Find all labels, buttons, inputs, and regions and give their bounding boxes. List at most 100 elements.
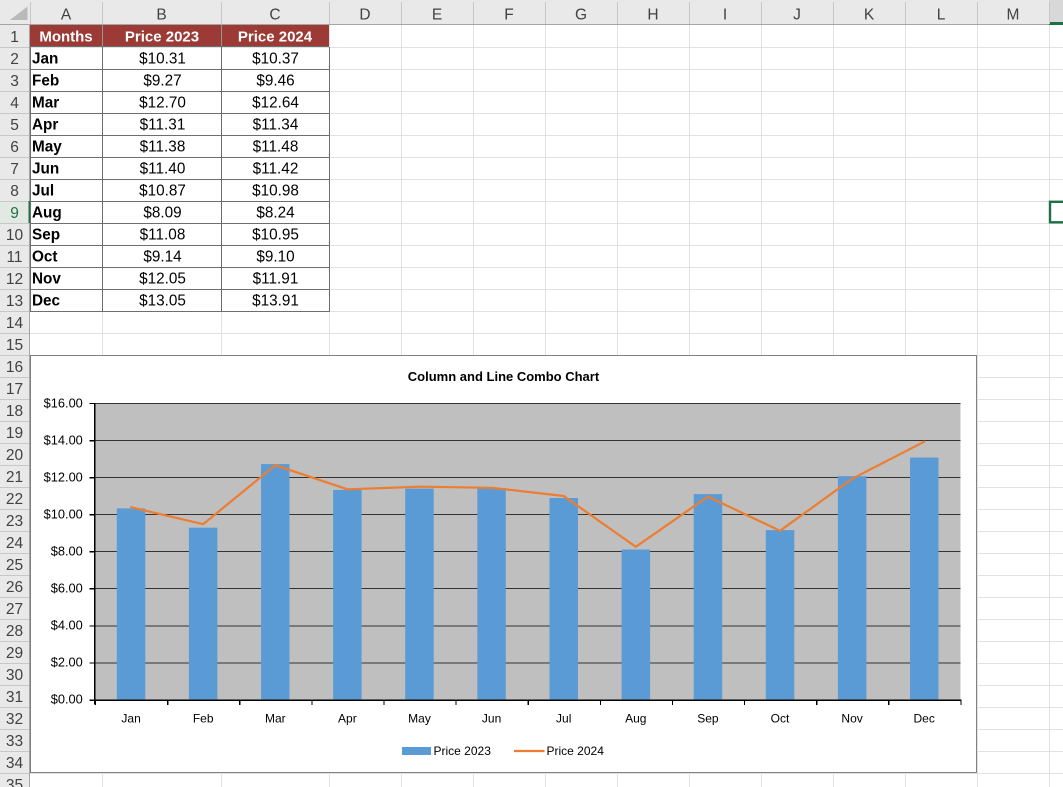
svg-text:22: 22 (6, 491, 23, 508)
svg-text:Jul: Jul (556, 712, 571, 726)
svg-text:13: 13 (6, 293, 23, 310)
svg-text:12: 12 (6, 271, 23, 288)
svg-text:29: 29 (6, 645, 23, 662)
svg-text:4: 4 (10, 95, 19, 112)
svg-text:Jan: Jan (32, 50, 58, 67)
svg-text:23: 23 (6, 513, 23, 530)
svg-text:30: 30 (6, 667, 24, 684)
svg-text:5: 5 (10, 117, 19, 134)
svg-text:L: L (937, 7, 946, 24)
svg-text:$14.00: $14.00 (44, 432, 83, 447)
svg-text:Column and Line Combo Chart: Column and Line Combo Chart (408, 369, 600, 384)
svg-text:Price 2024: Price 2024 (547, 744, 605, 758)
svg-text:25: 25 (6, 557, 23, 574)
svg-text:Jun: Jun (32, 160, 59, 177)
svg-text:$12.70: $12.70 (139, 94, 186, 111)
svg-text:Price 2024: Price 2024 (238, 29, 313, 46)
svg-text:$11.40: $11.40 (140, 160, 186, 177)
svg-text:$0.00: $0.00 (51, 692, 83, 707)
svg-text:15: 15 (6, 337, 23, 354)
svg-text:C: C (269, 7, 280, 24)
svg-text:$11.08: $11.08 (140, 226, 186, 243)
svg-text:$9.14: $9.14 (143, 248, 182, 265)
svg-text:H: H (647, 7, 658, 24)
svg-text:$10.87: $10.87 (139, 182, 186, 199)
svg-text:19: 19 (6, 425, 23, 442)
svg-text:Jul: Jul (32, 182, 54, 199)
svg-text:8: 8 (10, 183, 19, 200)
svg-text:May: May (32, 138, 62, 155)
svg-text:Mar: Mar (32, 94, 59, 111)
svg-text:27: 27 (6, 601, 23, 618)
svg-text:$11.48: $11.48 (253, 138, 299, 155)
svg-text:24: 24 (6, 535, 24, 552)
svg-text:G: G (575, 7, 587, 24)
svg-text:Price 2023: Price 2023 (125, 29, 199, 46)
svg-text:$6.00: $6.00 (51, 581, 83, 596)
svg-text:6: 6 (10, 139, 19, 156)
svg-text:34: 34 (6, 755, 24, 772)
svg-text:D: D (359, 7, 370, 24)
svg-text:$9.27: $9.27 (143, 72, 181, 89)
svg-text:35: 35 (6, 777, 23, 787)
svg-text:F: F (504, 7, 513, 24)
svg-text:Apr: Apr (338, 712, 357, 726)
svg-text:$10.98: $10.98 (252, 182, 299, 199)
svg-text:Oct: Oct (771, 712, 790, 726)
svg-text:$10.00: $10.00 (44, 506, 83, 521)
svg-text:10: 10 (6, 227, 24, 244)
svg-text:26: 26 (6, 579, 23, 596)
svg-text:$11.34: $11.34 (253, 116, 299, 133)
svg-text:M: M (1007, 7, 1020, 24)
svg-text:32: 32 (6, 711, 23, 728)
svg-text:11: 11 (6, 249, 22, 266)
svg-text:1: 1 (10, 29, 19, 46)
svg-text:Jun: Jun (482, 712, 501, 726)
svg-text:14: 14 (6, 315, 24, 332)
svg-text:May: May (408, 712, 431, 726)
svg-text:$8.00: $8.00 (51, 544, 83, 559)
svg-text:Mar: Mar (265, 712, 286, 726)
svg-text:3: 3 (10, 73, 19, 90)
svg-text:$8.24: $8.24 (256, 204, 295, 221)
svg-text:33: 33 (6, 733, 23, 750)
svg-text:K: K (864, 7, 875, 24)
svg-text:$9.10: $9.10 (256, 248, 294, 265)
svg-text:$4.00: $4.00 (51, 618, 83, 633)
svg-text:$13.91: $13.91 (252, 292, 299, 309)
svg-text:$10.95: $10.95 (252, 226, 299, 243)
svg-text:17: 17 (6, 381, 23, 398)
svg-text:$11.42: $11.42 (253, 160, 299, 177)
svg-text:Feb: Feb (32, 72, 59, 89)
svg-text:20: 20 (6, 447, 24, 464)
svg-text:B: B (156, 7, 166, 24)
svg-text:$13.05: $13.05 (139, 292, 186, 309)
svg-text:$12.00: $12.00 (44, 469, 83, 484)
svg-text:Price 2023: Price 2023 (434, 744, 492, 758)
svg-text:Nov: Nov (841, 712, 862, 726)
svg-text:Aug: Aug (625, 712, 646, 726)
svg-text:A: A (61, 7, 72, 24)
svg-text:E: E (432, 7, 442, 24)
svg-text:Oct: Oct (32, 248, 58, 265)
svg-text:$8.09: $8.09 (143, 204, 181, 221)
svg-text:$9.46: $9.46 (256, 72, 294, 89)
svg-text:$10.37: $10.37 (252, 50, 299, 67)
svg-text:18: 18 (6, 403, 23, 420)
svg-text:Aug: Aug (32, 204, 62, 221)
svg-text:Months: Months (39, 29, 92, 46)
svg-text:2: 2 (10, 51, 19, 68)
svg-text:7: 7 (10, 161, 19, 178)
svg-text:Feb: Feb (193, 712, 214, 726)
svg-text:Dec: Dec (914, 712, 935, 726)
svg-text:J: J (793, 7, 801, 24)
svg-text:$11.38: $11.38 (140, 138, 186, 155)
svg-text:$11.91: $11.91 (253, 270, 299, 287)
svg-text:Jan: Jan (121, 712, 140, 726)
svg-text:Dec: Dec (32, 292, 61, 309)
svg-text:16: 16 (6, 359, 23, 376)
svg-text:$11.31: $11.31 (140, 116, 186, 133)
svg-text:I: I (723, 7, 727, 24)
svg-text:21: 21 (6, 469, 23, 486)
svg-text:$12.64: $12.64 (252, 94, 299, 111)
